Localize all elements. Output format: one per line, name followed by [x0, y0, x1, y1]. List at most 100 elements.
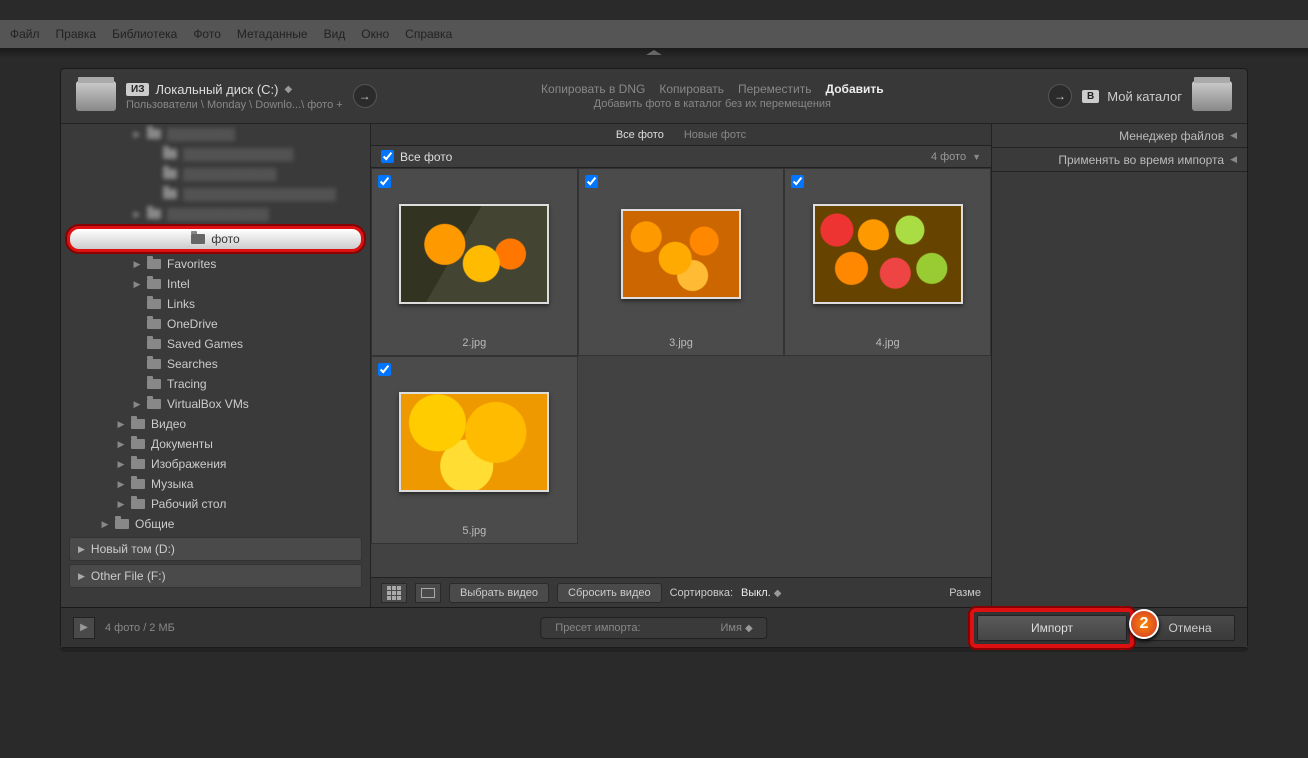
thumbnail-grid: 2.jpg 3.jpg 4.jpg 5.jpg [371, 168, 991, 577]
drive-row[interactable]: ▶Other File (F:) [69, 564, 362, 588]
sort-value[interactable]: Выкл. ◆ [741, 587, 781, 599]
tree-item[interactable]: ▶Рабочий стол [61, 494, 370, 514]
view-single-button[interactable] [415, 583, 441, 603]
import-dialog: ИЗ Локальный диск (C:) ◆ Пользователи \ … [60, 68, 1248, 648]
group-title: Все фото [400, 150, 452, 164]
tree-item[interactable]: Saved Games [61, 334, 370, 354]
play-button[interactable]: ▶ [73, 617, 95, 639]
sort-label: Сортировка: [670, 587, 733, 599]
tree-item[interactable]: OneDrive [61, 314, 370, 334]
tree-selected-label: фото [211, 232, 239, 246]
source-title: Локальный диск (C:) [155, 82, 278, 97]
tree-item-blurred[interactable]: ▶▒▒▒▒▒▒▒▒▒▒▒▒ [61, 204, 370, 224]
view-grid-button[interactable] [381, 583, 407, 603]
breadcrumb[interactable]: Пользователи \ Monday \ Downlo...\ фото … [126, 99, 343, 111]
reset-video-button[interactable]: Сбросить видео [557, 583, 662, 603]
menu-window[interactable]: Окно [361, 27, 389, 41]
thumbnail-area: Все фото Новые фотс Все фото 4 фото ▼ 2.… [371, 124, 992, 607]
preset-label: Пресет импорта: [555, 622, 640, 634]
dest-title: Мой каталог [1107, 89, 1182, 104]
thumbnail-cell[interactable]: 3.jpg [578, 168, 785, 356]
chevron-icon: ◆ [774, 588, 782, 599]
tree-item-blurred[interactable]: ▒▒▒▒▒▒▒▒▒▒▒▒▒▒▒▒▒▒ [61, 184, 370, 204]
tree-item[interactable]: ▶VirtualBox VMs [61, 394, 370, 414]
size-label: Разме [949, 587, 981, 599]
preset-sort[interactable]: Имя ◆ [721, 622, 753, 634]
group-header[interactable]: Все фото 4 фото ▼ [371, 146, 991, 168]
menu-file[interactable]: Файл [10, 27, 40, 41]
thumbnail-filename: 3.jpg [585, 333, 778, 353]
arrow-right-button[interactable]: → [353, 84, 377, 108]
thumbnail-filename: 5.jpg [378, 521, 571, 541]
source-block[interactable]: ИЗ Локальный диск (C:) ◆ Пользователи \ … [126, 82, 343, 111]
panel-file-manager[interactable]: Менеджер файлов◀ [992, 124, 1247, 148]
tab-new-photos[interactable]: Новые фотс [684, 129, 746, 141]
tree-item[interactable]: Searches [61, 354, 370, 374]
thumb-checkbox[interactable] [791, 175, 804, 188]
chevron-icon: ◆ [284, 84, 292, 95]
tree-item[interactable]: ▶Общие [61, 514, 370, 534]
dialog-header: ИЗ Локальный диск (C:) ◆ Пользователи \ … [61, 69, 1247, 124]
thumb-checkbox[interactable] [378, 363, 391, 376]
thumbnail-image [399, 392, 549, 492]
grid-toolbar: Выбрать видео Сбросить видео Сортировка:… [371, 577, 991, 607]
thumbnail-cell[interactable]: 4.jpg [784, 168, 991, 356]
tree-item-blurred[interactable]: ▒▒▒▒▒▒▒▒▒▒▒ [61, 164, 370, 184]
source-badge: ИЗ [126, 83, 149, 96]
thumbnail-cell[interactable]: 5.jpg [371, 356, 578, 544]
panel-apply-during-import[interactable]: Применять во время импорта◀ [992, 148, 1247, 172]
action-add[interactable]: Добавить [826, 82, 884, 96]
tree-item[interactable]: Tracing [61, 374, 370, 394]
action-copy[interactable]: Копировать [659, 82, 724, 96]
drive-row[interactable]: ▶Новый том (D:) [69, 537, 362, 561]
menu-metadata[interactable]: Метаданные [237, 27, 308, 41]
top-separator [0, 48, 1308, 58]
dest-badge: В [1082, 90, 1099, 103]
menu-help[interactable]: Справка [405, 27, 452, 41]
tree-item[interactable]: ▶Документы [61, 434, 370, 454]
thumbnail-filename: 4.jpg [791, 333, 984, 353]
dialog-footer: ▶ 4 фото / 2 МБ Пресет импорта: Имя ◆ Им… [61, 607, 1247, 647]
photo-tabs: Все фото Новые фотс [371, 124, 991, 146]
triangle-left-icon: ◀ [1230, 130, 1237, 141]
tree-item[interactable]: ▶Музыка [61, 474, 370, 494]
annotation-callout-2: 2 [1129, 609, 1159, 639]
thumb-checkbox[interactable] [585, 175, 598, 188]
source-disk-icon [76, 81, 116, 111]
import-preset[interactable]: Пресет импорта: Имя ◆ [540, 617, 767, 639]
thumbnail-image [621, 209, 741, 299]
thumb-checkbox[interactable] [378, 175, 391, 188]
thumbnail-cell[interactable]: 2.jpg [371, 168, 578, 356]
action-copy-dng[interactable]: Копировать в DNG [541, 82, 645, 96]
tree-item-selected[interactable]: фото [67, 226, 364, 252]
menu-edit[interactable]: Правка [56, 27, 97, 41]
tree-item[interactable]: ▶Favorites [61, 254, 370, 274]
chevron-down-icon[interactable]: ▼ [972, 152, 981, 162]
import-actions: Копировать в DNG Копировать Переместить … [387, 82, 1038, 110]
destination-block[interactable]: В Мой каталог [1082, 89, 1182, 104]
import-button[interactable]: Импорт [977, 615, 1127, 641]
bottom-strip [60, 648, 1248, 652]
thumbnail-image [813, 204, 963, 304]
group-checkbox[interactable] [381, 150, 394, 163]
select-video-button[interactable]: Выбрать видео [449, 583, 549, 603]
arrow-right-button-2[interactable]: → [1048, 84, 1072, 108]
tree-item[interactable]: ▶Intel [61, 274, 370, 294]
thumbnail-image [399, 204, 549, 304]
thumbnail-filename: 2.jpg [378, 333, 571, 353]
action-subtitle: Добавить фото в каталог без их перемещен… [387, 98, 1038, 110]
folder-tree[interactable]: ▶▒▒▒▒▒▒▒▒ ▒▒▒▒▒▒▒▒▒▒▒▒▒ ▒▒▒▒▒▒▒▒▒▒▒ ▒▒▒▒… [61, 124, 371, 607]
tab-all-photos[interactable]: Все фото [616, 129, 664, 141]
dest-disk-icon [1192, 81, 1232, 111]
tree-item[interactable]: ▶Видео [61, 414, 370, 434]
menubar: Файл Правка Библиотека Фото Метаданные В… [0, 20, 1308, 48]
tree-item[interactable]: ▶Изображения [61, 454, 370, 474]
action-move[interactable]: Переместить [738, 82, 812, 96]
menu-library[interactable]: Библиотека [112, 27, 177, 41]
menu-view[interactable]: Вид [324, 27, 346, 41]
menu-photo[interactable]: Фото [193, 27, 221, 41]
tree-item[interactable]: Links [61, 294, 370, 314]
status-text: 4 фото / 2 МБ [105, 622, 175, 634]
tree-item-blurred[interactable]: ▶▒▒▒▒▒▒▒▒ [61, 124, 370, 144]
tree-item-blurred[interactable]: ▒▒▒▒▒▒▒▒▒▒▒▒▒ [61, 144, 370, 164]
